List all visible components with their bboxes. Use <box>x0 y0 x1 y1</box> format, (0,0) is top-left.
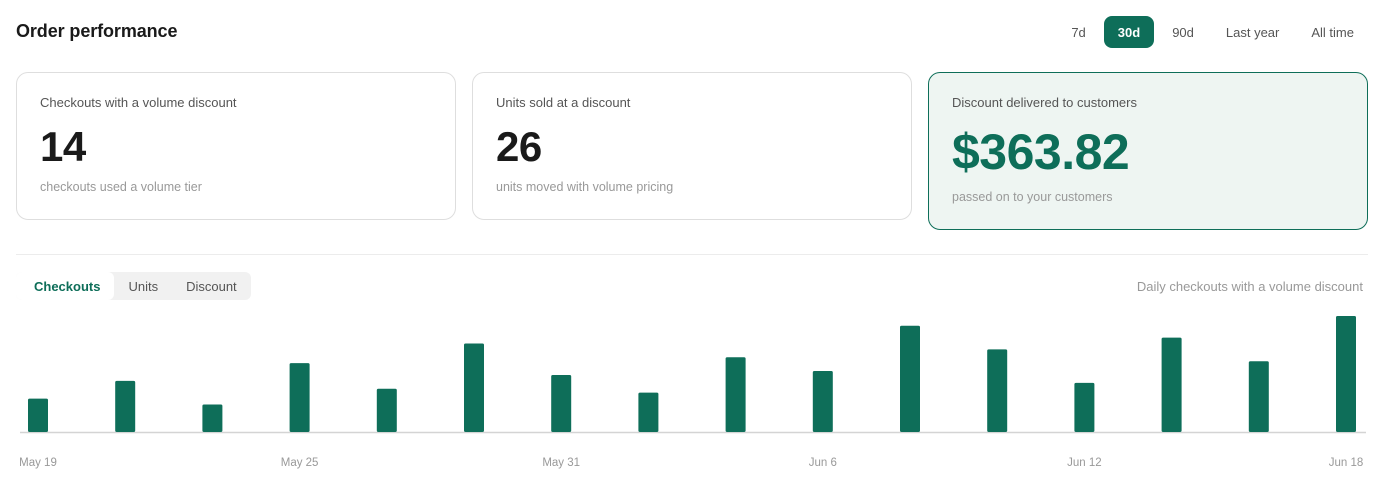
stat-card-discount: Discount delivered to customers $363.82 … <box>928 72 1368 230</box>
chart-bar[interactable] <box>725 357 746 432</box>
stat-card-value: 26 <box>496 123 542 170</box>
chart-bar[interactable] <box>900 325 920 432</box>
stat-card-subtext: passed on to your customers <box>952 190 1113 204</box>
range-tab-7d[interactable]: 7d <box>1057 16 1099 48</box>
stat-card-label: Discount delivered to customers <box>952 95 1137 110</box>
stat-card-subtext: units moved with volume pricing <box>496 180 674 194</box>
chart-bar[interactable] <box>289 363 310 432</box>
range-tab-90d[interactable]: 90d <box>1158 16 1208 48</box>
stat-card-label: Checkouts with a volume discount <box>40 95 237 110</box>
metric-tab-checkouts[interactable]: Checkouts <box>16 272 115 300</box>
date-range-tabs: 7d 30d 90d Last year All time <box>1057 16 1368 48</box>
chart-bar[interactable] <box>464 343 484 433</box>
chart-bar[interactable] <box>1161 337 1182 432</box>
x-tick-label: May 31 <box>542 457 580 469</box>
x-tick-label: Jun 18 <box>1329 457 1364 469</box>
metric-tab-units[interactable]: Units <box>114 272 172 300</box>
chart-bar[interactable] <box>987 349 1008 432</box>
range-tab-last-year[interactable]: Last year <box>1212 16 1293 48</box>
stat-card-value: $363.82 <box>952 124 1130 180</box>
stat-card-label: Units sold at a discount <box>496 95 631 110</box>
chart-bar[interactable] <box>115 380 136 432</box>
chart-bar[interactable] <box>202 404 223 432</box>
range-tab-all-time[interactable]: All time <box>1297 16 1368 48</box>
order-performance-page: Order performance 7d 30d 90d Last year A… <box>0 0 1384 486</box>
x-tick-label: Jun 12 <box>1067 457 1102 469</box>
chart-bar[interactable] <box>1074 382 1095 432</box>
x-tick-label: May 19 <box>19 457 57 469</box>
section-divider <box>16 254 1368 255</box>
stat-card-units: Units sold at a discount 26 units moved … <box>472 72 912 220</box>
chart-bar[interactable] <box>1336 315 1356 432</box>
metric-tab-discount[interactable]: Discount <box>172 272 251 300</box>
range-tab-30d[interactable]: 30d <box>1103 16 1155 48</box>
chart-bar[interactable] <box>638 392 659 432</box>
chart-bar[interactable] <box>812 371 833 432</box>
x-tick-label: Jun 6 <box>809 457 837 469</box>
chart-bar[interactable] <box>1248 361 1269 432</box>
page-title: Order performance <box>16 21 178 41</box>
stat-card-checkouts: Checkouts with a volume discount 14 chec… <box>16 72 456 220</box>
chart-bar[interactable] <box>551 374 572 432</box>
chart-bar[interactable] <box>376 388 397 432</box>
metric-tabs: Checkouts Units Discount <box>16 272 251 300</box>
x-tick-label: May 25 <box>281 457 319 469</box>
stat-card-subtext: checkouts used a volume tier <box>40 180 202 194</box>
chart-bar[interactable] <box>28 398 48 432</box>
checkouts-bar-chart: May 19 May 25 May 31 Jun 6 Jun 12 Jun 18 <box>19 315 1366 469</box>
stat-card-value: 14 <box>40 123 86 170</box>
chart-caption: Daily checkouts with a volume discount <box>1136 279 1363 294</box>
